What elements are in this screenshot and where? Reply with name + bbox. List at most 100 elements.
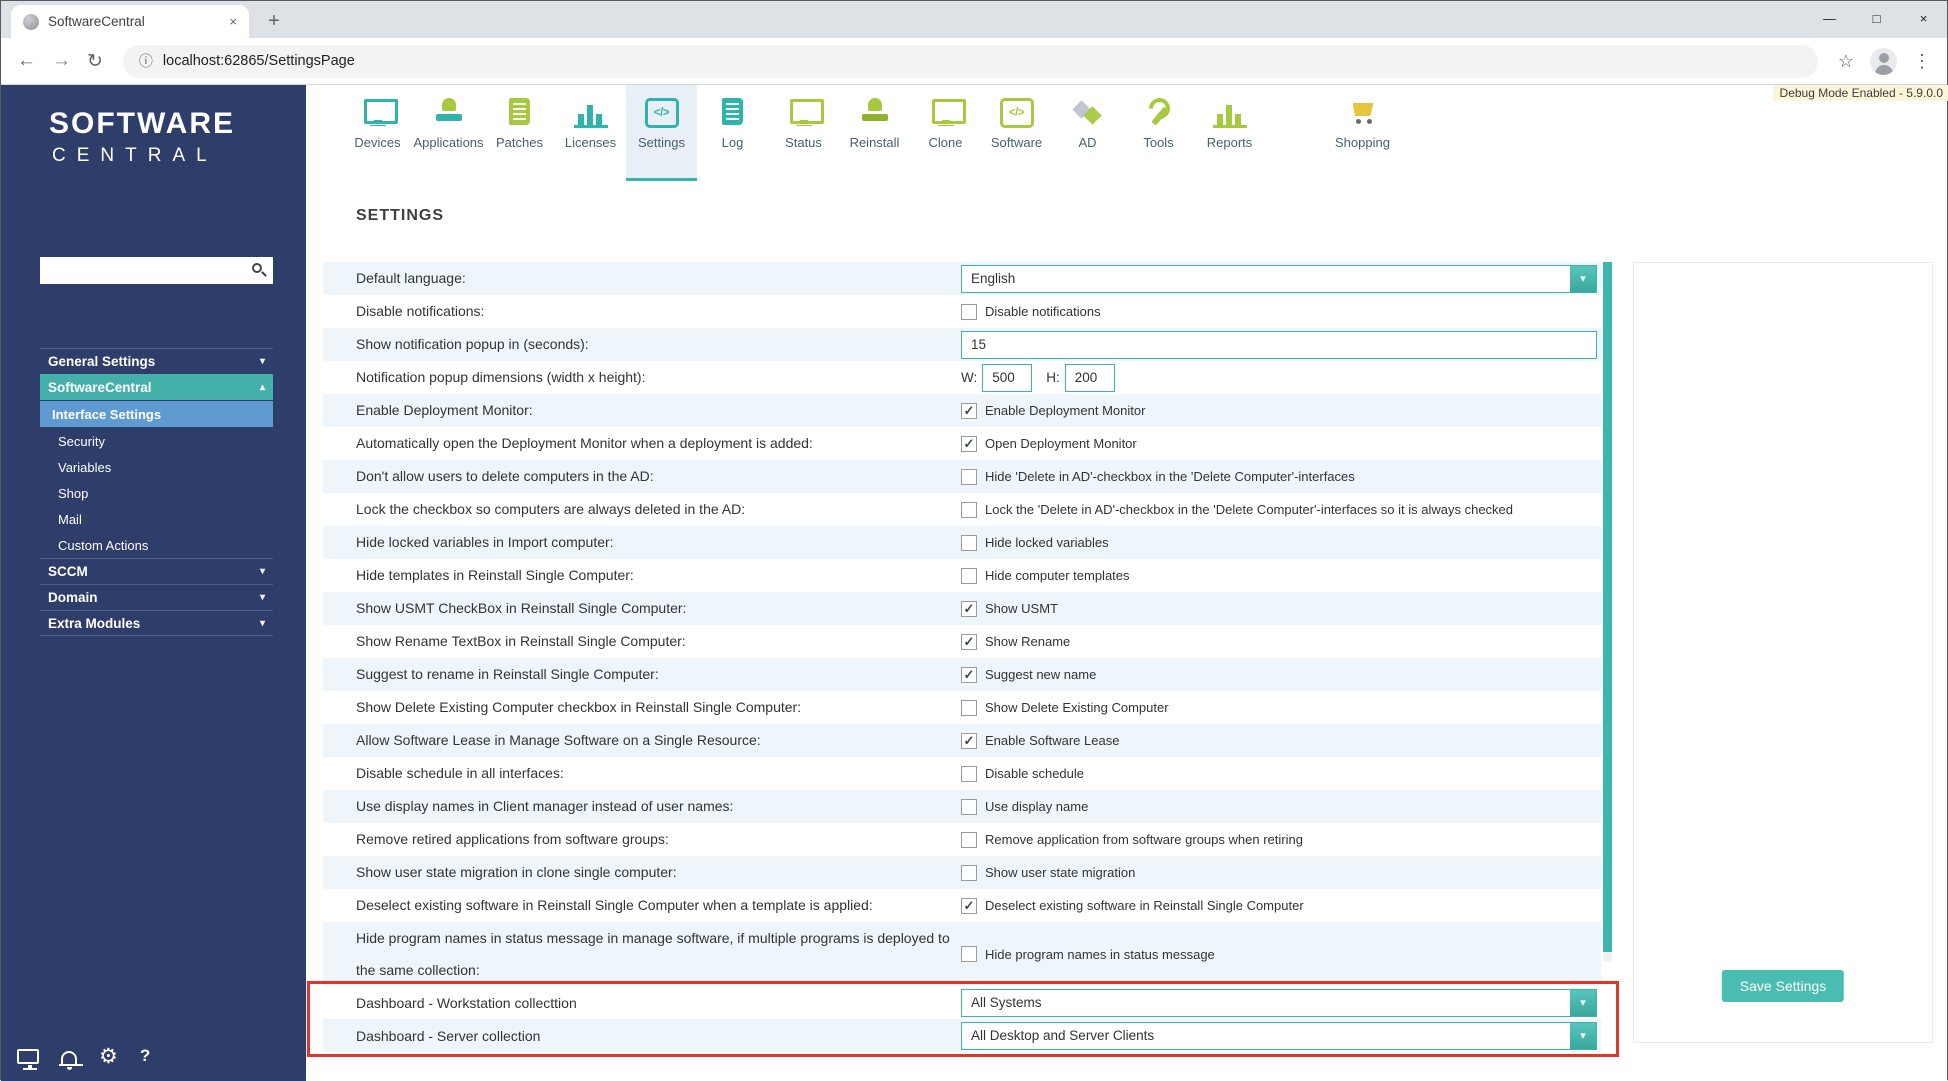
new-tab-button[interactable]: + — [259, 6, 289, 36]
dropdown-dashboard-workstation-collecttion[interactable]: All Systems▾ — [961, 989, 1597, 1017]
sidebar-item-interface-settings[interactable]: Interface Settings — [40, 401, 273, 427]
sidebar-item-security[interactable]: Security — [40, 428, 273, 454]
setting-label: Show Rename TextBox in Reinstall Single … — [356, 625, 961, 657]
input-show-notification-popup-in-seconds[interactable] — [961, 331, 1597, 359]
checkbox-hide-delete-in-ad-checkbox-in-the-delete-c[interactable] — [961, 469, 977, 485]
dropdown-arrow-icon[interactable]: ▾ — [1570, 266, 1596, 292]
toolbar-item-shopping[interactable]: Shopping — [1327, 85, 1398, 181]
bookmark-star-icon[interactable]: ☆ — [1838, 51, 1854, 72]
reports-icon — [1213, 98, 1247, 128]
checkbox-enable-deployment-monitor[interactable]: ✓ — [961, 403, 977, 419]
checkbox-label: Suggest new name — [985, 667, 1096, 682]
checkbox-label: Deselect existing software in Reinstall … — [985, 898, 1304, 913]
setting-label: Show notification popup in (seconds): — [356, 328, 961, 360]
checkbox-hide-locked-variables[interactable] — [961, 535, 977, 551]
checkbox-label: Disable schedule — [985, 766, 1084, 781]
sidebar-item-extra-modules[interactable]: Extra Modules▾ — [40, 610, 273, 636]
settings-row-allow-software-lease-in-manage-software-on: Allow Software Lease in Manage Software … — [323, 724, 1601, 757]
toolbar-item-licenses[interactable]: Licenses — [555, 85, 626, 181]
window-maximize-button[interactable]: □ — [1853, 1, 1900, 36]
checkbox-disable-schedule[interactable] — [961, 766, 977, 782]
scrollbar-track[interactable] — [1603, 262, 1612, 961]
bell-icon[interactable] — [61, 1051, 77, 1064]
dropdown-arrow-icon[interactable]: ▾ — [1570, 990, 1596, 1016]
setting-label: Suggest to rename in Reinstall Single Co… — [356, 658, 961, 690]
checkbox-use-display-name[interactable] — [961, 799, 977, 815]
sidebar-item-label: Extra Modules — [48, 616, 260, 631]
sidebar-item-label: Domain — [48, 590, 260, 605]
profile-avatar[interactable] — [1870, 48, 1897, 75]
sidebar-item-custom-actions[interactable]: Custom Actions — [40, 532, 273, 558]
help-icon[interactable]: ? — [140, 1046, 150, 1066]
browser-tab[interactable]: SoftwareCentral × — [11, 5, 249, 38]
toolbar-item-ad[interactable]: AD — [1052, 85, 1123, 181]
checkbox-show-delete-existing-computer[interactable] — [961, 700, 977, 716]
toolbar-item-applications[interactable]: Applications — [413, 85, 484, 181]
gear-icon[interactable]: ⚙ — [99, 1046, 118, 1067]
browser-menu-icon[interactable]: ⋮ — [1913, 51, 1931, 72]
checkbox-deselect-existing-software-in-reinstall-si[interactable]: ✓ — [961, 898, 977, 914]
browser-tabstrip: SoftwareCentral × + — □ × — [1, 1, 1947, 38]
scrollbar-thumb[interactable] — [1603, 262, 1612, 952]
toolbar-item-devices[interactable]: Devices — [342, 85, 413, 181]
setting-label: Automatically open the Deployment Monito… — [356, 427, 961, 459]
toolbar-item-label: Settings — [638, 135, 685, 150]
back-icon[interactable]: ← — [17, 50, 36, 72]
sidebar-item-sccm[interactable]: SCCM▾ — [40, 558, 273, 584]
settings-row-dashboard-server-collection: Dashboard - Server collectionAll Desktop… — [323, 1019, 1601, 1052]
toolbar-item-settings[interactable]: </>Settings — [626, 85, 697, 181]
search-input[interactable] — [40, 257, 273, 284]
checkbox-enable-software-lease[interactable]: ✓ — [961, 733, 977, 749]
toolbar-item-log[interactable]: Log — [697, 85, 768, 181]
checkbox-disable-notifications[interactable] — [961, 304, 977, 320]
checkbox-remove-application-from-software-groups-wh[interactable] — [961, 832, 977, 848]
url-bar[interactable]: ⓘ localhost:62865/SettingsPage — [123, 45, 1818, 78]
toolbar-item-software[interactable]: </>Software — [981, 85, 1052, 181]
forward-icon[interactable]: → — [52, 50, 71, 72]
monitor-icon[interactable] — [17, 1049, 39, 1064]
checkbox-open-deployment-monitor[interactable]: ✓ — [961, 436, 977, 452]
toolbar-item-tools[interactable]: Tools — [1123, 85, 1194, 181]
toolbar-item-reports[interactable]: Reports — [1194, 85, 1265, 181]
log-icon — [716, 98, 750, 128]
toolbar-item-label: Shopping — [1335, 135, 1390, 150]
checkbox-hide-computer-templates[interactable] — [961, 568, 977, 584]
setting-label: Allow Software Lease in Manage Software … — [356, 724, 961, 756]
width-input[interactable] — [982, 364, 1032, 392]
sidebar-item-variables[interactable]: Variables — [40, 454, 273, 480]
tab-close-icon[interactable]: × — [229, 14, 237, 29]
checkbox-lock-the-delete-in-ad-checkbox-in-the-dele[interactable] — [961, 502, 977, 518]
page-info-icon[interactable]: ⓘ — [139, 51, 153, 71]
search-icon[interactable] — [252, 263, 262, 273]
toolbar-item-patches[interactable]: Patches — [484, 85, 555, 181]
dropdown-dashboard-server-collection[interactable]: All Desktop and Server Clients▾ — [961, 1022, 1597, 1050]
checkbox-show-usmt[interactable]: ✓ — [961, 601, 977, 617]
window-close-button[interactable]: × — [1900, 1, 1947, 36]
page-title: SETTINGS — [356, 207, 444, 225]
reload-icon[interactable]: ↻ — [87, 50, 103, 73]
checkbox-label: Hide program names in status message — [985, 947, 1215, 962]
window-minimize-button[interactable]: — — [1806, 1, 1853, 36]
checkbox-suggest-new-name[interactable]: ✓ — [961, 667, 977, 683]
toolbar-item-reinstall[interactable]: Reinstall — [839, 85, 910, 181]
save-settings-button[interactable]: Save Settings — [1722, 970, 1844, 1002]
toolbar-item-status[interactable]: Status — [768, 85, 839, 181]
checkbox-label: Show USMT — [985, 601, 1058, 616]
checkbox-hide-program-names-in-status-message[interactable] — [961, 946, 977, 962]
toolbar-item-clone[interactable]: Clone — [910, 85, 981, 181]
sidebar-item-label: Custom Actions — [58, 538, 265, 553]
height-input[interactable] — [1065, 364, 1115, 392]
dropdown-default-language[interactable]: English▾ — [961, 265, 1597, 293]
settings-row-disable-notifications: Disable notifications:Disable notificati… — [323, 295, 1601, 328]
sidebar-item-mail[interactable]: Mail — [40, 506, 273, 532]
checkbox-show-user-state-migration[interactable] — [961, 865, 977, 881]
sidebar-item-shop[interactable]: Shop — [40, 480, 273, 506]
sidebar-item-domain[interactable]: Domain▾ — [40, 584, 273, 610]
sidebar-item-general-settings[interactable]: General Settings▾ — [40, 348, 273, 374]
checkbox-show-rename[interactable]: ✓ — [961, 634, 977, 650]
dropdown-arrow-icon[interactable]: ▾ — [1570, 1023, 1596, 1049]
sidebar-item-softwarecentral[interactable]: SoftwareCentral▴ — [40, 374, 273, 400]
settings-row-show-delete-existing-computer-checkbox-in-: Show Delete Existing Computer checkbox i… — [323, 691, 1601, 724]
width-label: W: — [961, 370, 977, 385]
settings-page: SETTINGS Default language:English▾Disabl… — [306, 181, 1947, 1081]
